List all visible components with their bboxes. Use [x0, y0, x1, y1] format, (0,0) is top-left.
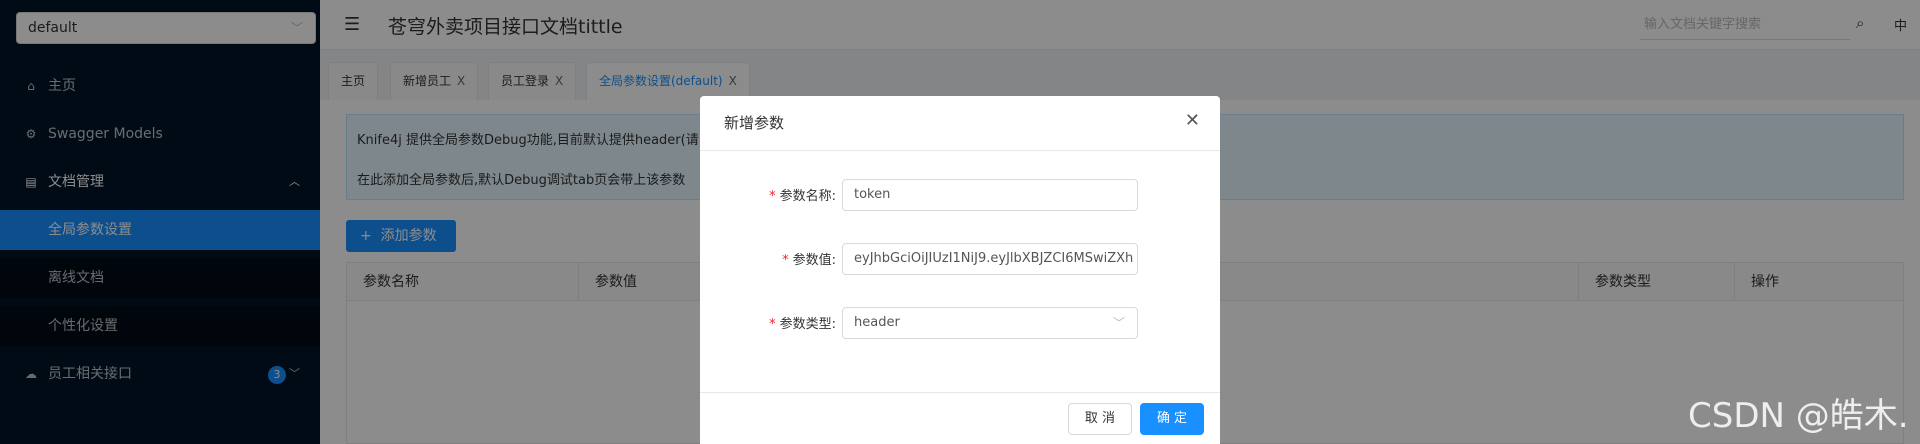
modal-title: 新增参数	[724, 114, 785, 132]
chevron-down-icon: ﹀	[1112, 316, 1125, 330]
form-row-type: * 参数类型: header ﹀	[700, 307, 1220, 339]
param-type-select[interactable]: header ﹀	[842, 307, 1138, 339]
field-label: * 参数类型:	[769, 313, 836, 332]
required-mark: *	[782, 253, 789, 268]
param-name-input[interactable]: token	[842, 179, 1138, 211]
form-row-value: * 参数值: eyJhbGciOiJIUzI1NiJ9.eyJlbXBJZCI6M…	[700, 243, 1220, 275]
required-mark: *	[769, 317, 776, 332]
required-mark: *	[769, 189, 776, 204]
field-label: * 参数值:	[782, 249, 836, 268]
field-label: * 参数名称:	[769, 185, 836, 204]
confirm-button[interactable]: 确 定	[1140, 403, 1204, 435]
form-row-name: * 参数名称: token	[700, 179, 1220, 211]
field-label-text: 参数值:	[792, 253, 836, 268]
watermark: CSDN @皓木.	[1688, 396, 1909, 436]
param-value-input[interactable]: eyJhbGciOiJIUzI1NiJ9.eyJlbXBJZCI6MSwiZXh	[842, 243, 1138, 275]
param-type-value: header	[854, 315, 900, 330]
close-icon[interactable]: ✕	[1185, 110, 1200, 131]
add-param-modal: 新增参数 ✕ * 参数名称: token * 参数值: eyJhbGciOiJIUz…	[700, 96, 1220, 444]
cancel-button[interactable]: 取 消	[1068, 403, 1132, 435]
modal-footer: 取 消 确 定	[700, 392, 1220, 444]
modal-header: 新增参数 ✕	[700, 96, 1220, 151]
field-label-text: 参数类型:	[779, 317, 836, 332]
field-label-text: 参数名称:	[779, 189, 836, 204]
